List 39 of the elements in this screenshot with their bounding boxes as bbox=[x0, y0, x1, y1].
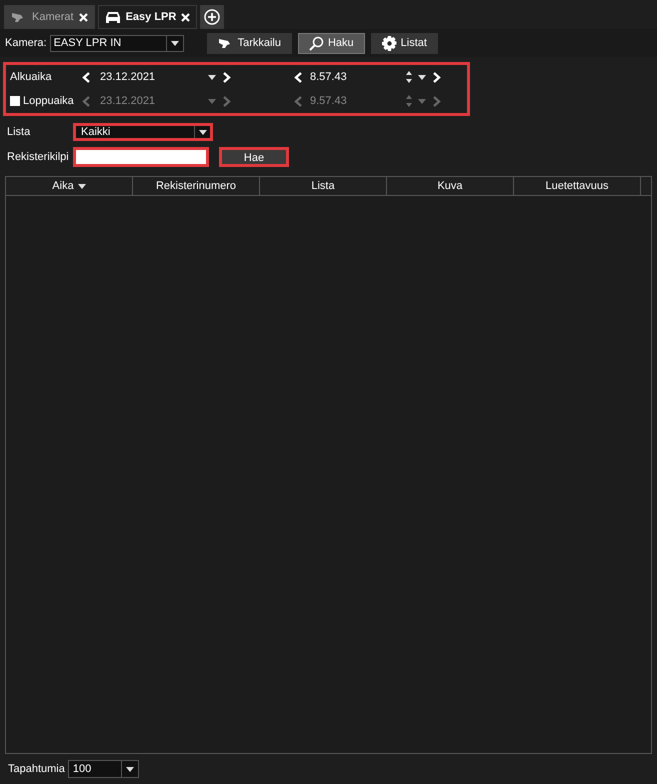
caret-icon[interactable] bbox=[208, 74, 216, 80]
tab[interactable]: Kamerat bbox=[4, 5, 95, 29]
close-icon[interactable] bbox=[181, 12, 190, 22]
add-tab-button[interactable] bbox=[200, 5, 224, 29]
tab-label: Kamerat bbox=[32, 10, 74, 25]
caret-icon[interactable] bbox=[78, 184, 86, 188]
time-value[interactable]: 8.57.43 bbox=[310, 68, 406, 86]
camera-dropdown[interactable]: EASY LPR IN bbox=[50, 34, 184, 52]
column-header[interactable]: Aika bbox=[6, 177, 133, 195]
spinner-icon[interactable] bbox=[406, 71, 412, 83]
date-value[interactable]: 23.12.2021 bbox=[100, 68, 208, 86]
column-header[interactable]: Luetettavuus bbox=[514, 177, 641, 195]
events-dropdown[interactable]: 100 bbox=[68, 760, 139, 778]
tab[interactable]: Easy LPR bbox=[98, 5, 198, 29]
column-header[interactable]: Rekisterinumero bbox=[133, 177, 260, 195]
toolbar-button[interactable]: Haku bbox=[298, 32, 365, 54]
tab-label: Easy LPR bbox=[126, 10, 176, 25]
search-icon bbox=[308, 36, 324, 50]
time-label: Alkuaika bbox=[10, 70, 52, 85]
caret-icon[interactable] bbox=[126, 766, 134, 772]
camera-label: Kamera: bbox=[5, 36, 47, 51]
caret-icon[interactable] bbox=[198, 130, 206, 134]
car-icon bbox=[104, 10, 121, 24]
plus-icon bbox=[204, 9, 220, 25]
search-button[interactable]: Hae bbox=[219, 147, 289, 167]
caret-icon[interactable] bbox=[418, 74, 426, 80]
caret-icon[interactable] bbox=[170, 40, 179, 46]
events-label: Tapahtumia bbox=[8, 762, 65, 777]
list-label: Lista bbox=[7, 124, 32, 140]
gear-icon bbox=[382, 36, 397, 50]
close-icon[interactable] bbox=[78, 12, 88, 22]
toolbar-button[interactable]: Listat bbox=[370, 32, 438, 54]
column-header[interactable]: Kuva bbox=[387, 177, 514, 195]
plate-input-field[interactable] bbox=[73, 147, 209, 167]
list-dropdown[interactable]: Kaikki bbox=[73, 123, 213, 141]
column-header[interactable]: Lista bbox=[260, 177, 387, 195]
toolbar-button[interactable]: Tarkkailu bbox=[206, 32, 292, 54]
time-label: Loppuaika bbox=[23, 94, 74, 109]
plate-label: Rekisterikilpi bbox=[7, 150, 70, 165]
